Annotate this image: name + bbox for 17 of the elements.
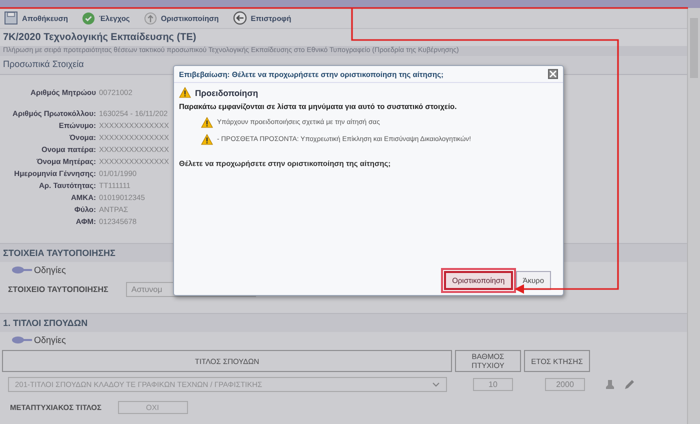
warning-icon [201,117,213,128]
close-button[interactable] [548,69,558,79]
help-link[interactable]: Οδηγίες [34,265,66,275]
help-link[interactable]: Οδηγίες [34,335,66,345]
hand-pointer-icon [12,266,32,274]
check-icon [82,12,95,24]
pencil-icon[interactable] [623,378,636,391]
warning-icon [201,134,213,145]
section-header: 1. ΤΙΤΛΟΙ ΣΠΟΥΔΩΝ [0,313,687,332]
upload-icon [144,12,157,24]
hand-pointer-icon [12,336,32,344]
field-label: ΣΤΟΙΧΕΙΟ ΤΑΥΤΟΠΟΙΗΣΗΣ [8,285,108,294]
warning-icon [179,87,191,98]
warning-heading: Προειδοποίηση [195,88,258,98]
chevron-icon [432,382,440,387]
scrollbar[interactable] [687,8,700,424]
stamp-icon[interactable] [605,378,615,390]
